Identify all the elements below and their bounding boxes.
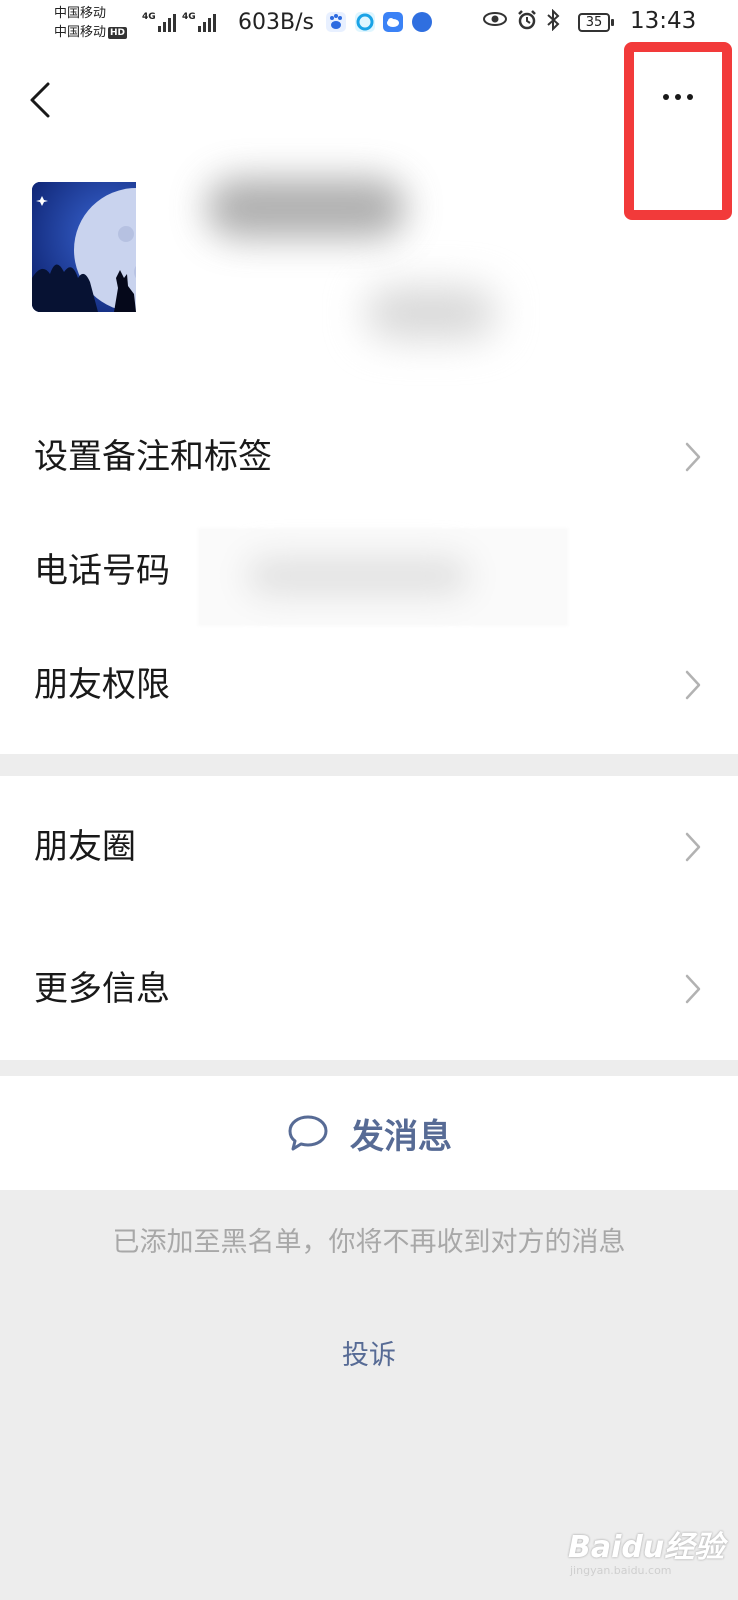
blacklist-notice: 已添加至黑名单，你将不再收到对方的消息 (112, 1227, 626, 1258)
complain-container: 投诉 (0, 1333, 738, 1372)
profile-section-2: 朋友圈 更多信息 (0, 776, 738, 1060)
eye-icon (482, 9, 508, 35)
watermark-text: Baidu经验 (568, 1530, 725, 1565)
network-type-1: 4G (142, 12, 156, 22)
send-message-label: 发消息 (350, 1116, 452, 1157)
more-info-row[interactable]: 更多信息 (0, 918, 738, 1060)
chevron-left-icon (30, 82, 50, 118)
net-speed: 603B/s (238, 10, 314, 35)
phone-number-row[interactable]: 电话号码 (0, 514, 738, 628)
complain-link[interactable]: 投诉 (342, 1340, 396, 1371)
chevron-right-icon (685, 832, 701, 862)
row-label: 朋友权限 (34, 665, 170, 705)
friend-permissions-row[interactable]: 朋友权限 (0, 628, 738, 742)
signal-icon (158, 14, 176, 32)
chevron-right-icon (685, 442, 701, 472)
status-bar: 中国移动 中国移动 HD 4G 4G 603B/s 35 13:43 (0, 0, 738, 48)
baidu-watermark: Baidu经验 jingyan.baidu.com (560, 1520, 730, 1580)
watermark-subtext: jingyan.baidu.com (570, 1564, 672, 1577)
blurred-profile-info (136, 138, 596, 398)
set-remark-tags-row[interactable]: 设置备注和标签 (0, 400, 738, 514)
chevron-right-icon (685, 670, 701, 700)
more-options-button[interactable] (650, 82, 706, 112)
chat-bubble-icon (288, 1115, 328, 1151)
carrier-2: 中国移动 (54, 25, 107, 40)
clock: 13:43 (630, 8, 697, 34)
annotation-highlight-box (624, 42, 732, 220)
row-label: 电话号码 (34, 551, 170, 591)
row-label: 设置备注和标签 (34, 437, 272, 477)
carrier-info: 中国移动 中国移动 HD (54, 4, 128, 42)
row-label: 更多信息 (34, 969, 170, 1009)
profile-header: 设置备注和标签 电话号码 朋友权限 (0, 42, 738, 754)
chevron-right-icon (685, 974, 701, 1004)
hd-badge: HD (108, 26, 128, 39)
baidu-app-icon (326, 12, 346, 32)
send-message-button[interactable]: 发消息 (0, 1076, 738, 1190)
signal-icon-2 (198, 14, 216, 32)
alarm-icon (516, 9, 538, 37)
battery-icon: 35 (578, 13, 614, 32)
carrier-1: 中国移动 (54, 6, 107, 21)
blurred-phone-number (198, 528, 568, 626)
row-label: 朋友圈 (34, 827, 136, 867)
more-dots-icon (663, 94, 693, 100)
browser-app-icon (355, 12, 375, 32)
bluetooth-icon (545, 8, 561, 37)
back-button[interactable] (24, 78, 64, 122)
compass-app-icon (412, 12, 432, 32)
moments-row[interactable]: 朋友圈 (0, 776, 738, 918)
cloud-app-icon (383, 12, 403, 32)
network-type-2: 4G (182, 12, 196, 22)
